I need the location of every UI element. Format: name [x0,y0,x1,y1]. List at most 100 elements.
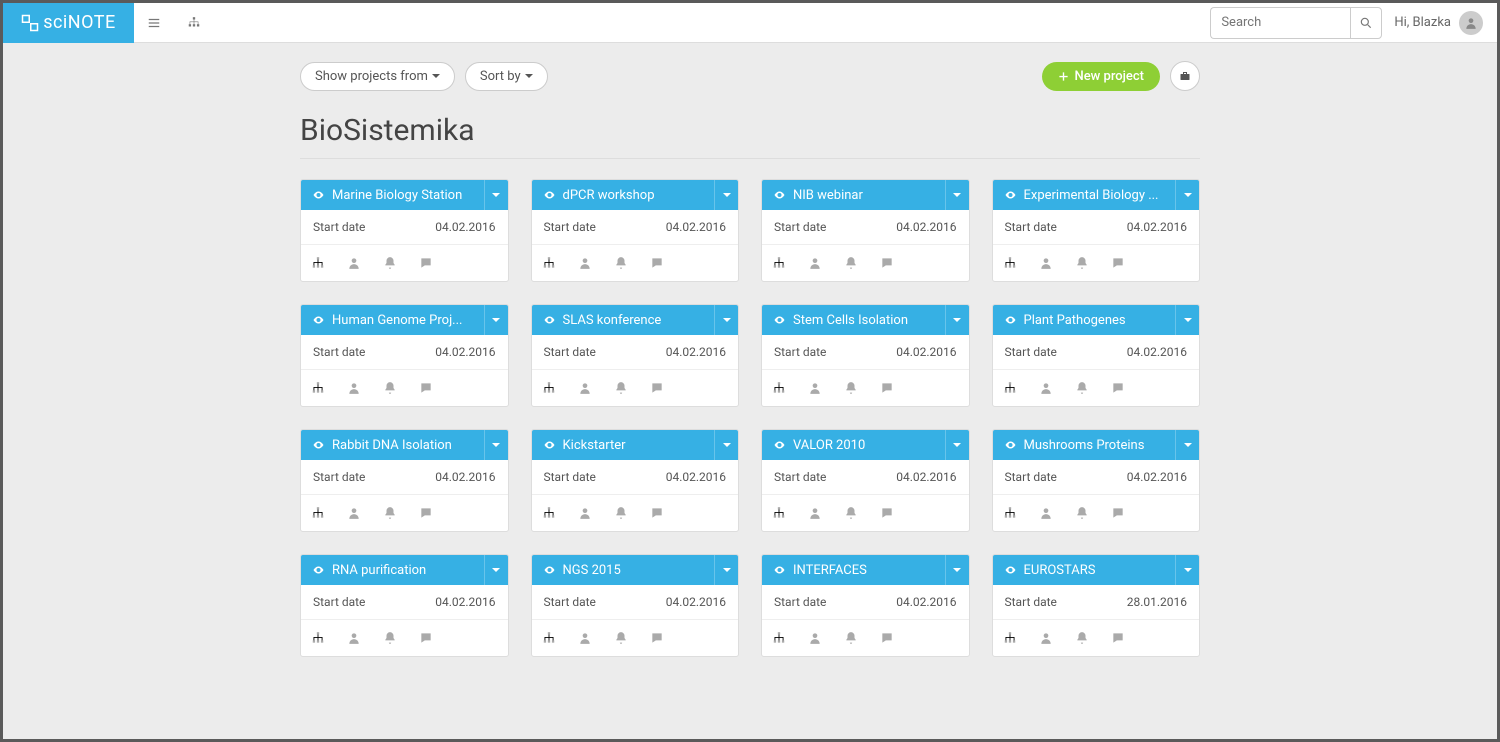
project-menu-toggle[interactable] [484,180,508,210]
project-card-header[interactable]: EUROSTARS [993,555,1200,585]
comment-icon[interactable] [1111,256,1125,270]
bell-icon[interactable] [844,631,858,645]
bell-icon[interactable] [383,256,397,270]
user-icon[interactable] [347,381,361,395]
comment-icon[interactable] [419,381,433,395]
project-menu-toggle[interactable] [945,555,969,585]
comment-icon[interactable] [650,256,664,270]
hierarchy-icon[interactable] [772,631,786,645]
project-card-header[interactable]: Human Genome Proj... [301,305,508,335]
hierarchy-icon[interactable] [542,506,556,520]
hierarchy-icon[interactable] [311,506,325,520]
comment-icon[interactable] [419,506,433,520]
project-card-header[interactable]: Mushrooms Proteins [993,430,1200,460]
project-card-header[interactable]: RNA purification [301,555,508,585]
comment-icon[interactable] [880,631,894,645]
project-card-header[interactable]: VALOR 2010 [762,430,969,460]
bell-icon[interactable] [614,256,628,270]
hierarchy-icon[interactable] [311,631,325,645]
user-icon[interactable] [808,506,822,520]
user-icon[interactable] [808,381,822,395]
filter-dropdown[interactable]: Show projects from [300,62,455,91]
bell-icon[interactable] [614,506,628,520]
bell-icon[interactable] [614,381,628,395]
bell-icon[interactable] [844,506,858,520]
hierarchy-icon[interactable] [1003,506,1017,520]
bell-icon[interactable] [1075,381,1089,395]
project-menu-toggle[interactable] [714,180,738,210]
bell-icon[interactable] [383,381,397,395]
hierarchy-icon[interactable] [311,381,325,395]
project-menu-toggle[interactable] [1175,430,1199,460]
project-card-header[interactable]: SLAS konference [532,305,739,335]
user-icon[interactable] [578,506,592,520]
avatar[interactable] [1459,11,1483,35]
menu-toggle-button[interactable] [134,3,174,43]
brand-logo[interactable]: sciNOTE [3,3,134,43]
project-card-header[interactable]: Marine Biology Station [301,180,508,210]
bell-icon[interactable] [1075,631,1089,645]
search-button[interactable] [1350,7,1382,39]
bell-icon[interactable] [383,631,397,645]
comment-icon[interactable] [880,256,894,270]
bell-icon[interactable] [1075,506,1089,520]
hierarchy-icon[interactable] [772,256,786,270]
hierarchy-icon[interactable] [1003,381,1017,395]
project-card-header[interactable]: Kickstarter [532,430,739,460]
project-menu-toggle[interactable] [484,430,508,460]
user-icon[interactable] [578,631,592,645]
project-menu-toggle[interactable] [714,430,738,460]
comment-icon[interactable] [419,256,433,270]
project-card-header[interactable]: Stem Cells Isolation [762,305,969,335]
project-card-header[interactable]: Experimental Biology ... [993,180,1200,210]
hierarchy-icon[interactable] [542,256,556,270]
project-menu-toggle[interactable] [484,305,508,335]
comment-icon[interactable] [650,381,664,395]
project-card-header[interactable]: Plant Pathogenes [993,305,1200,335]
project-card-header[interactable]: NGS 2015 [532,555,739,585]
bell-icon[interactable] [1075,256,1089,270]
comment-icon[interactable] [880,381,894,395]
project-menu-toggle[interactable] [714,555,738,585]
user-icon[interactable] [347,506,361,520]
hierarchy-icon[interactable] [542,631,556,645]
user-icon[interactable] [1039,631,1053,645]
project-menu-toggle[interactable] [484,555,508,585]
bell-icon[interactable] [844,381,858,395]
user-icon[interactable] [1039,256,1053,270]
user-icon[interactable] [347,256,361,270]
user-icon[interactable] [578,256,592,270]
project-menu-toggle[interactable] [1175,305,1199,335]
bell-icon[interactable] [383,506,397,520]
project-card-header[interactable]: NIB webinar [762,180,969,210]
comment-icon[interactable] [880,506,894,520]
project-card-header[interactable]: INTERFACES [762,555,969,585]
project-menu-toggle[interactable] [1175,180,1199,210]
comment-icon[interactable] [1111,381,1125,395]
project-menu-toggle[interactable] [945,430,969,460]
comment-icon[interactable] [650,631,664,645]
comment-icon[interactable] [1111,631,1125,645]
project-card-header[interactable]: Rabbit DNA Isolation [301,430,508,460]
comment-icon[interactable] [1111,506,1125,520]
user-icon[interactable] [578,381,592,395]
sort-dropdown[interactable]: Sort by [465,62,548,91]
hierarchy-icon[interactable] [1003,256,1017,270]
bell-icon[interactable] [614,631,628,645]
hierarchy-icon[interactable] [311,256,325,270]
project-menu-toggle[interactable] [945,180,969,210]
project-card-header[interactable]: dPCR workshop [532,180,739,210]
project-menu-toggle[interactable] [945,305,969,335]
hierarchy-icon[interactable] [1003,631,1017,645]
search-input[interactable] [1210,7,1350,39]
hierarchy-icon[interactable] [542,381,556,395]
user-icon[interactable] [1039,506,1053,520]
project-menu-toggle[interactable] [1175,555,1199,585]
comment-icon[interactable] [650,506,664,520]
hierarchy-icon[interactable] [772,506,786,520]
project-menu-toggle[interactable] [714,305,738,335]
user-icon[interactable] [1039,381,1053,395]
archive-button[interactable] [1170,61,1200,91]
user-icon[interactable] [808,631,822,645]
comment-icon[interactable] [419,631,433,645]
